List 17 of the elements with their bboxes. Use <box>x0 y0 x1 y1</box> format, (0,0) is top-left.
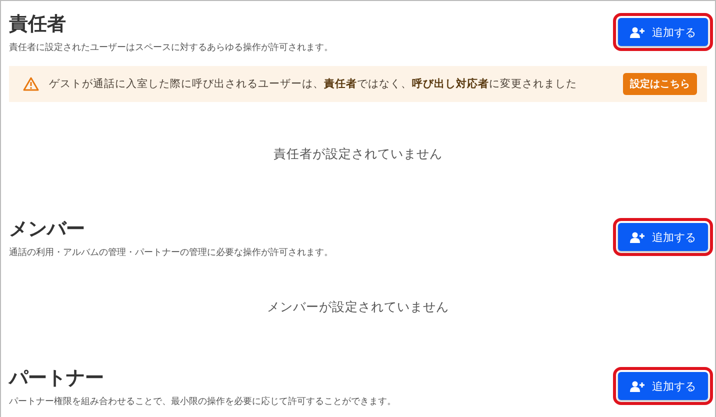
add-user-icon <box>630 380 645 392</box>
settings-button[interactable]: 設定はこちら <box>623 73 697 95</box>
warning-icon <box>23 77 39 91</box>
section-description: 通話の利用・アルバムの管理・パートナーの管理に必要な操作が許可されます。 <box>9 247 333 259</box>
section-title: 責任者 <box>9 12 67 37</box>
empty-message: メンバーが設定されていません <box>267 298 449 316</box>
section-title: メンバー <box>9 217 86 242</box>
notice-message: ゲストが通話に入室した際に呼び出されるユーザーは、責任者ではなく、呼び出し対応者に変更されました <box>49 77 578 91</box>
add-user-icon <box>630 26 645 38</box>
section-description: 責任者に設定されたユーザーはスペースに対するあらゆる操作が許可されます。 <box>9 42 333 54</box>
add-button[interactable]: 追加する <box>618 372 708 400</box>
add-button[interactable]: 追加する <box>618 18 708 46</box>
section-title: パートナー <box>9 366 105 391</box>
add-user-icon <box>630 232 645 242</box>
empty-message: 責任者が設定されていません <box>274 146 442 162</box>
section-description: パートナー権限を組み合わせることで、最小限の操作を必要に応じて許可することができます。 <box>9 396 396 408</box>
add-button[interactable]: 追加する <box>618 223 708 251</box>
